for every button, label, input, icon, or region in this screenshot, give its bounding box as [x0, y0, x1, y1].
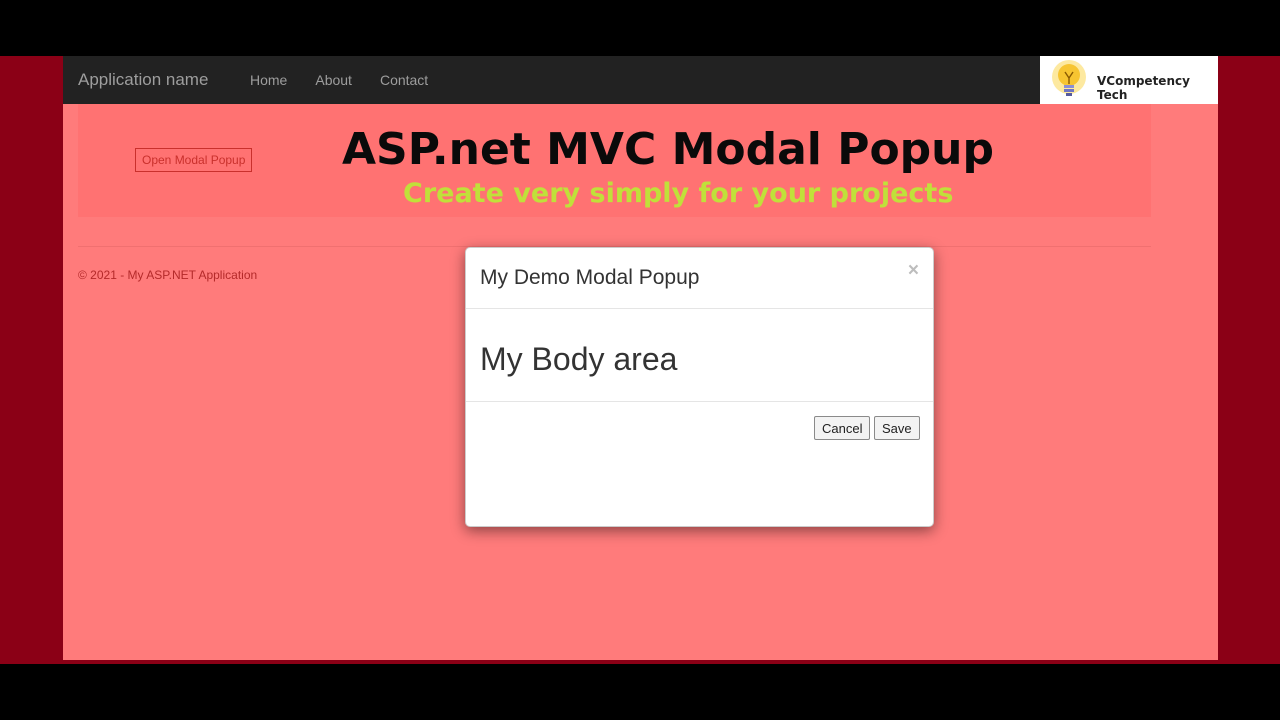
letterbox-bottom — [0, 664, 1280, 720]
hero-subtitle: Create very simply for your projects — [403, 178, 954, 209]
modal-body: My Body area — [466, 309, 933, 402]
jumbotron: Open Modal Popup ASP.net MVC Modal Popup… — [78, 104, 1151, 217]
open-modal-button[interactable]: Open Modal Popup — [135, 148, 253, 172]
nav-home[interactable]: Home — [236, 56, 301, 104]
hero-title: ASP.net MVC Modal Popup — [342, 124, 994, 175]
nav-about[interactable]: About — [301, 56, 366, 104]
brand-link[interactable]: Application name — [78, 70, 208, 90]
close-icon[interactable]: × — [908, 260, 919, 282]
channel-logo: VCompetency Tech — [1040, 56, 1218, 104]
modal-footer: Cancel Save — [466, 402, 933, 462]
cancel-button[interactable]: Cancel — [814, 416, 871, 440]
modal-dialog: My Demo Modal Popup × My Body area Cance… — [465, 247, 934, 527]
letterbox-top — [0, 0, 1280, 56]
nav-links: Home About Contact — [236, 56, 442, 104]
logo-text: VCompetency Tech — [1097, 74, 1190, 102]
nav-contact[interactable]: Contact — [366, 56, 442, 104]
save-button[interactable]: Save — [874, 416, 920, 440]
footer-copyright: © 2021 - My ASP.NET Application — [78, 268, 258, 282]
lightbulb-icon — [1052, 60, 1086, 96]
modal-title: My Demo Modal Popup — [480, 266, 700, 289]
modal-header: My Demo Modal Popup × — [466, 248, 933, 309]
modal-body-text: My Body area — [480, 341, 678, 377]
